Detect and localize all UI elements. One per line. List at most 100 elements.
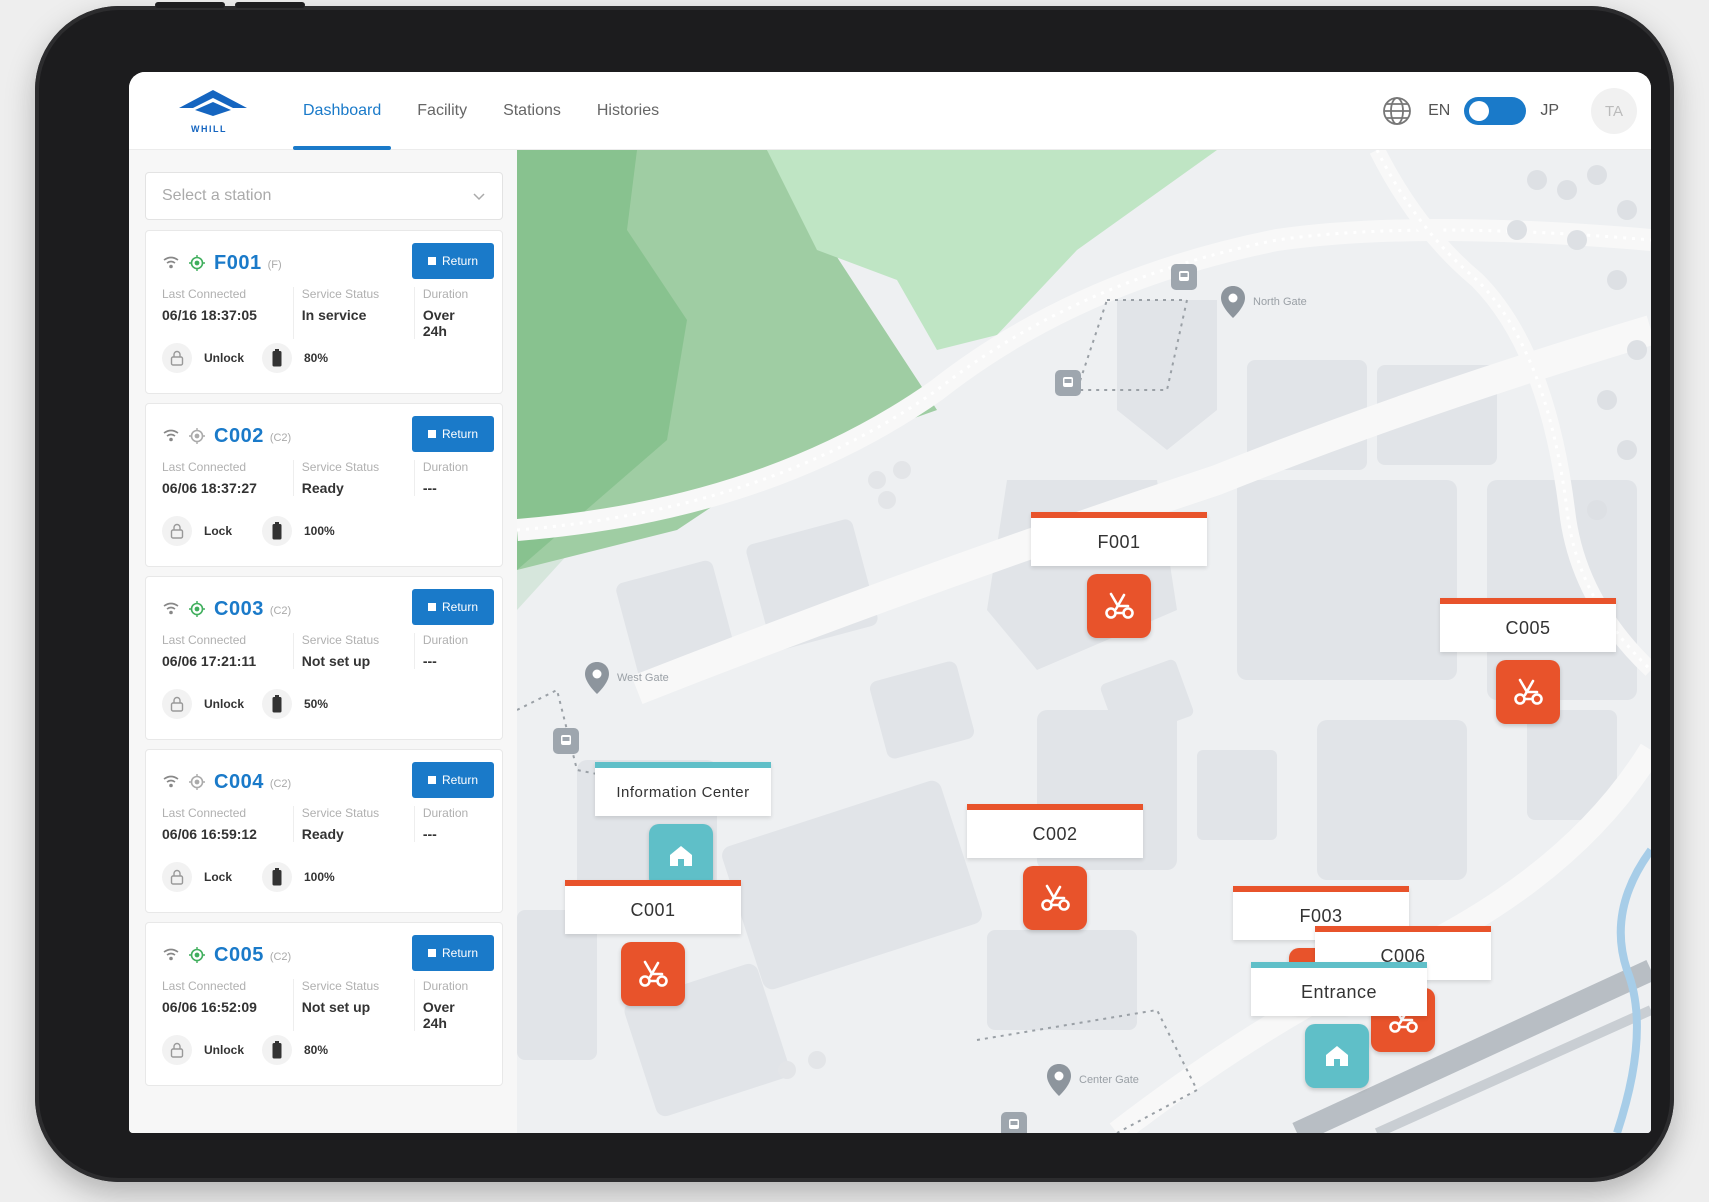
station-card-c003[interactable]: C003 (C2) Return Last Connected 06/06 17:21:…	[145, 576, 503, 740]
gps-icon	[188, 600, 206, 618]
return-label: Return	[441, 254, 479, 268]
marker-label: Information Center	[595, 762, 771, 816]
last-connected-value: 06/16 18:37:05	[162, 307, 257, 323]
lock-status: Lock	[204, 524, 233, 538]
duration-label: Duration	[422, 287, 469, 301]
service-status-value: Not set up	[301, 653, 371, 669]
stop-icon	[427, 257, 436, 265]
nav-histories[interactable]: Histories	[579, 72, 677, 150]
return-button[interactable]: Return	[412, 589, 494, 625]
return-button[interactable]: Return	[412, 243, 494, 279]
stop-icon	[427, 430, 436, 438]
west-gate-label: West Gate	[617, 672, 669, 684]
gps-icon	[188, 254, 206, 272]
user-avatar[interactable]: TA	[1591, 88, 1637, 134]
return-button[interactable]: Return	[412, 762, 494, 798]
language-toggle[interactable]	[1464, 97, 1527, 125]
card-header: C003 (C2) Return	[162, 589, 494, 629]
card-status: Lock 100%	[162, 516, 349, 546]
vehicle-type: (F)	[267, 259, 282, 271]
globe-icon[interactable]	[1380, 94, 1414, 128]
duration-label: Duration	[422, 806, 469, 820]
wheelchair-icon[interactable]	[621, 942, 685, 1006]
wifi-icon	[162, 946, 180, 964]
stop-icon	[427, 776, 436, 784]
lang-en-label: EN	[1428, 102, 1451, 119]
tablet-frame: WHILL Dashboard Facility Stations Histor…	[35, 2, 1674, 1182]
battery-icon	[262, 689, 292, 719]
map-marker-entrance[interactable]: Entrance	[1251, 962, 1427, 1092]
station-card-c004[interactable]: C004 (C2) Return Last Connected 06/06 16:59:…	[145, 749, 503, 913]
wheelchair-icon[interactable]	[1023, 866, 1087, 930]
nav-facility[interactable]: Facility	[399, 72, 485, 150]
service-status: Service Status Not set up	[292, 633, 414, 669]
map-marker-c001[interactable]: C001	[565, 880, 741, 1010]
station-select[interactable]: Select a station	[145, 172, 503, 220]
map-marker-f001[interactable]: F001	[1031, 512, 1207, 642]
duration-label: Duration	[422, 460, 469, 474]
location-pin-icon	[585, 662, 609, 694]
duration-value: ---	[422, 826, 437, 842]
marker-label: Entrance	[1251, 962, 1427, 1016]
service-status-label: Service Status	[301, 460, 380, 474]
location-pin-icon	[1221, 286, 1245, 318]
last-connected-value: 06/06 18:37:27	[162, 480, 257, 496]
nav-stations[interactable]: Stations	[485, 72, 579, 150]
north-gate[interactable]: North Gate	[1221, 286, 1307, 318]
card-status: Unlock 80%	[162, 343, 342, 373]
vehicle-id: C002	[214, 424, 264, 447]
duration: Duration Over 24h	[413, 979, 492, 1031]
facility-map[interactable]: North Gate West Gate Center Gate F001 C0…	[517, 150, 1651, 1133]
marker-label: C002	[967, 804, 1143, 858]
station-card-c005[interactable]: C005 (C2) Return Last Connected 06/06 16:52:…	[145, 922, 503, 1086]
battery-level: 100%	[304, 870, 335, 884]
return-label: Return	[441, 946, 479, 960]
service-status-value: Not set up	[301, 999, 371, 1015]
station-card-c002[interactable]: C002 (C2) Return Last Connected 06/06 18:37:…	[145, 403, 503, 567]
card-status: Unlock 50%	[162, 689, 342, 719]
stop-icon	[427, 949, 436, 957]
map-marker-c005[interactable]: C005	[1440, 598, 1616, 728]
vehicle-type: (C2)	[269, 778, 292, 790]
service-status: Service Status In service	[292, 287, 414, 339]
last-connected-label: Last Connected	[162, 287, 247, 301]
duration: Duration Over 24h	[413, 287, 492, 339]
return-button[interactable]: Return	[412, 935, 494, 971]
last-connected-value: 06/06 16:59:12	[162, 826, 257, 842]
gps-icon	[188, 773, 206, 791]
location-pin-icon	[1047, 1064, 1071, 1096]
card-header: C005 (C2) Return	[162, 935, 494, 975]
station-card-f001[interactable]: F001 (F) Return Last Connected 06/16 18:37:0…	[145, 230, 503, 394]
west-gate[interactable]: West Gate	[585, 662, 669, 694]
wheelchair-icon[interactable]	[1496, 660, 1560, 724]
bus-stop-icon	[1171, 264, 1197, 290]
bus-stop-icon	[553, 728, 579, 754]
vehicle-id: C003	[214, 597, 264, 620]
last-connected-label: Last Connected	[162, 460, 247, 474]
battery-level: 100%	[304, 524, 335, 538]
card-header: F001 (F) Return	[162, 243, 494, 283]
top-header: WHILL Dashboard Facility Stations Histor…	[129, 72, 1651, 150]
card-info: Last Connected 06/16 18:37:05 Service Stat…	[162, 287, 492, 339]
card-status: Lock 100%	[162, 862, 349, 892]
whill-logo[interactable]: WHILL	[173, 86, 253, 138]
service-status-value: In service	[301, 307, 367, 323]
nav-dashboard[interactable]: Dashboard	[285, 72, 399, 150]
last-connected-label: Last Connected	[162, 633, 247, 647]
lock-icon	[162, 862, 192, 892]
return-label: Return	[441, 427, 479, 441]
station-sidebar: Select a station F001 (F) Return Last Conne…	[129, 150, 517, 1133]
map-marker-information-center[interactable]: Information Center	[595, 762, 771, 892]
return-label: Return	[441, 773, 479, 787]
home-icon[interactable]	[649, 824, 713, 888]
last-connected: Last Connected 06/06 18:37:27	[162, 460, 293, 496]
chevron-down-icon	[473, 193, 485, 201]
map-marker-c002[interactable]: C002	[967, 804, 1143, 934]
return-button[interactable]: Return	[412, 416, 494, 452]
center-gate[interactable]: Center Gate	[1047, 1064, 1139, 1096]
wheelchair-icon[interactable]	[1087, 574, 1151, 638]
last-connected: Last Connected 06/06 17:21:11	[162, 633, 293, 669]
home-icon[interactable]	[1305, 1024, 1369, 1088]
duration-value: Over 24h	[422, 999, 455, 1031]
service-status-label: Service Status	[301, 806, 380, 820]
